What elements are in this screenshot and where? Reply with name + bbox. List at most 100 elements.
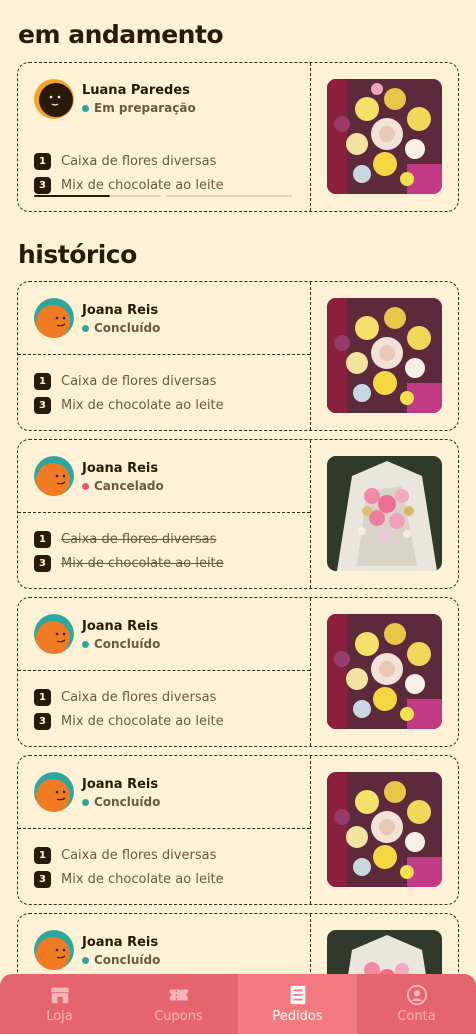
product-image [327,772,442,887]
nav-item-loja[interactable]: Loja [0,974,119,1034]
customer-name: Joana Reis [82,619,159,634]
card-divider [310,598,311,746]
nav-label: Conta [397,1009,436,1024]
item-qty: 3 [34,555,51,572]
list-item: 1 Caixa de flores diversas [34,689,216,706]
product-image [327,79,442,194]
order-status: Concluído [82,321,160,335]
product-image [327,614,442,729]
avatar [34,614,74,654]
card-divider [310,282,311,430]
item-label: Caixa de flores diversas [61,532,217,547]
orange-avatar-icon [34,772,74,812]
orange-avatar-icon [34,930,74,970]
list-item: 3 Mix de chocolate ao leite [34,713,224,730]
item-qty: 1 [34,373,51,390]
customer-name: Joana Reis [82,461,159,476]
status-dot [82,956,89,964]
product-image [327,298,442,413]
nav-item-pedidos[interactable]: Pedidos [238,974,357,1034]
dark-avatar-icon [34,79,74,119]
item-qty: 1 [34,689,51,706]
list-item: 1 Caixa de flores diversas [34,531,216,548]
section-title-history: histórico [18,240,137,269]
receipt-icon [290,985,305,1005]
nav-item-conta[interactable]: Conta [357,974,476,1034]
avatar [34,772,74,812]
item-label: Mix de chocolate ao leite [61,556,224,571]
status-dot [82,324,89,332]
order-status: Concluído [82,953,160,967]
item-label: Mix de chocolate ao leite [61,872,224,887]
order-status: Em preparação [82,101,196,115]
status-dot [82,640,89,648]
card-divider [18,670,310,671]
progress-step-done [34,195,110,197]
item-label: Caixa de flores diversas [61,154,217,169]
avatar [34,298,74,338]
orange-avatar-icon [34,298,74,338]
card-divider [310,63,311,211]
history-order-card[interactable]: Joana Reis Concluído 1 Caixa de flores d… [17,281,459,431]
customer-name: Luana Paredes [82,83,190,98]
order-status-label: Cancelado [94,479,164,493]
list-item: 1 Caixa de flores diversas [34,373,216,390]
nav-label: Pedidos [272,1009,323,1024]
order-status-label: Concluído [94,321,161,335]
order-status: Concluído [82,795,160,809]
item-label: Caixa de flores diversas [61,690,217,705]
avatar [34,456,74,496]
nav-item-cupons[interactable]: Cupons [119,974,238,1034]
customer-name: Joana Reis [82,777,159,792]
status-dot [82,482,89,490]
section-title-in-progress: em andamento [18,20,224,49]
card-divider [310,440,311,588]
orange-avatar-icon [34,614,74,654]
order-status: Cancelado [82,479,164,493]
history-order-card[interactable]: Joana Reis Cancelado 1 Caixa de flores d… [17,439,459,589]
history-order-card[interactable]: Joana Reis Concluído 1 Caixa de flores d… [17,597,459,747]
order-status-label: Em preparação [94,101,196,115]
list-item: 3 Mix de chocolate ao leite [34,397,224,414]
account-icon [406,984,427,1006]
customer-name: Joana Reis [82,935,159,950]
item-label: Caixa de flores diversas [61,374,217,389]
nav-label: Cupons [154,1009,203,1024]
avatar [34,930,74,970]
item-qty: 3 [34,397,51,414]
avatar [34,79,74,119]
card-divider [310,756,311,904]
item-qty: 3 [34,177,51,194]
item-label: Caixa de flores diversas [61,848,217,863]
list-item: 3 Mix de chocolate ao leite [34,555,224,572]
item-label: Mix de chocolate ao leite [61,714,224,729]
item-qty: 1 [34,847,51,864]
order-status-label: Concluído [94,953,161,967]
list-item: 1 Caixa de flores diversas [34,847,216,864]
current-order-card[interactable]: Luana Paredes Em preparação 1 Caixa de f… [17,62,459,212]
item-qty: 1 [34,153,51,170]
nav-label: Loja [46,1009,73,1024]
progress-step-remaining [110,195,161,197]
card-divider [18,354,310,355]
status-dot [82,104,89,112]
list-item: 3 Mix de chocolate ao leite [34,871,224,888]
progress-step-2 [166,195,292,197]
orange-avatar-icon [34,456,74,496]
item-label: Mix de chocolate ao leite [61,398,224,413]
item-qty: 1 [34,531,51,548]
product-image [327,456,442,571]
item-qty: 3 [34,713,51,730]
order-status-label: Concluído [94,795,161,809]
customer-name: Joana Reis [82,303,159,318]
history-order-card[interactable]: Joana Reis Concluído 1 Caixa de flores d… [17,755,459,905]
list-item: 3 Mix de chocolate ao leite [34,177,224,194]
item-label: Mix de chocolate ao leite [61,178,224,193]
order-status-label: Concluído [94,637,161,651]
order-status: Concluído [82,637,160,651]
card-divider [18,828,310,829]
status-dot [82,798,89,806]
store-icon [50,987,69,1004]
list-item: 1 Caixa de flores diversas [34,153,216,170]
item-qty: 3 [34,871,51,888]
